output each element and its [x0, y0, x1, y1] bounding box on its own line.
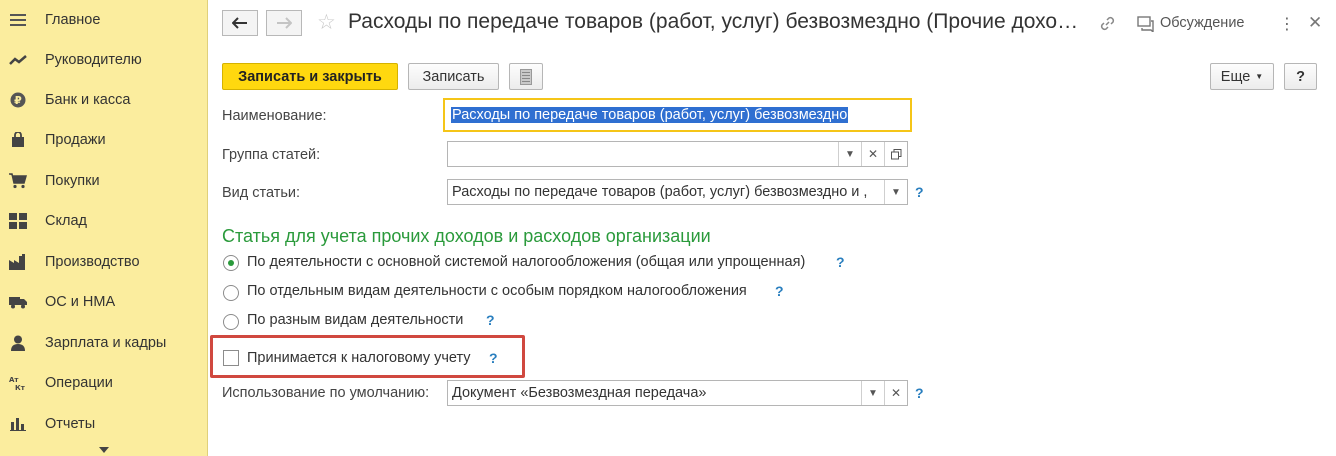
default-usage-value: Документ «Безвозмездная передача» [452, 385, 707, 401]
type-field[interactable]: Расходы по передаче товаров (работ, услу… [447, 179, 908, 205]
sidebar-item-label: Банк и касса [45, 92, 131, 108]
discussion-icon[interactable] [1137, 16, 1155, 35]
default-usage-field[interactable]: Документ «Безвозмездная передача» ▼ ✕ [447, 380, 908, 406]
open-form-icon [890, 148, 901, 159]
ruble-coin-icon: ₽ [9, 91, 27, 109]
factory-icon [9, 253, 27, 271]
name-field[interactable]: Расходы по передаче товаров (работ, услу… [443, 98, 912, 132]
arrow-right-icon [277, 17, 292, 29]
close-icon[interactable]: ✕ [1308, 13, 1322, 33]
sidebar-item-reports[interactable]: Отчеты [0, 404, 207, 444]
tax-accounting-checkbox[interactable] [223, 350, 239, 366]
chevron-down-icon [98, 447, 109, 453]
discussion-link[interactable]: Обсуждение [1160, 15, 1244, 31]
sidebar-item-label: Покупки [45, 173, 100, 189]
default-usage-clear-button[interactable]: ✕ [884, 381, 907, 405]
arrow-left-icon [232, 17, 247, 29]
sidebar-item-label: Главное [45, 12, 101, 28]
favorite-star-icon[interactable]: ☆ [317, 10, 336, 35]
sidebar-item-warehouse[interactable]: Склад [0, 201, 207, 241]
document-icon [520, 68, 532, 85]
sidebar-item-label: Операции [45, 375, 113, 391]
more-actions-button[interactable]: Еще ▼ [1210, 63, 1274, 90]
section-title: Статья для учета прочих доходов и расход… [222, 226, 711, 246]
radio-main-tax-system[interactable] [223, 255, 239, 271]
radio-special-help-icon[interactable]: ? [775, 283, 784, 299]
sidebar-item-label: Производство [45, 254, 140, 270]
radio-various-activities-label[interactable]: По разным видам деятельности [247, 312, 463, 328]
trend-icon [9, 51, 27, 69]
person-icon [9, 334, 27, 352]
radio-special-tax-order-label[interactable]: По отдельным видам деятельности с особым… [247, 283, 747, 299]
sidebar-scroll-down-button[interactable] [0, 444, 207, 456]
sidebar-item-label: Зарплата и кадры [45, 335, 167, 351]
svg-text:Кт: Кт [15, 384, 26, 391]
page-title: Расходы по передаче товаров (работ, услу… [348, 10, 1079, 33]
group-label: Группа статей: [222, 147, 321, 163]
type-help-icon[interactable]: ? [915, 184, 924, 200]
type-label: Вид статьи: [222, 185, 301, 201]
group-field[interactable]: ▼ ✕ [447, 141, 908, 167]
save-and-close-button[interactable]: Записать и закрыть [222, 63, 398, 90]
radio-special-tax-order[interactable] [223, 285, 239, 301]
menu-lines-icon [9, 11, 27, 29]
more-actions-label: Еще [1220, 68, 1251, 85]
more-vertical-icon[interactable]: ⋮ [1279, 14, 1295, 34]
default-usage-dropdown-button[interactable]: ▼ [861, 381, 884, 405]
radio-various-activities[interactable] [223, 314, 239, 330]
link-icon[interactable] [1099, 15, 1116, 35]
shopping-bag-icon [9, 131, 27, 149]
sidebar-item-salary[interactable]: Зарплата и кадры [0, 323, 207, 363]
back-button[interactable] [222, 10, 258, 36]
sidebar-item-bank[interactable]: ₽ Банк и касса [0, 80, 207, 120]
forward-button[interactable] [266, 10, 302, 36]
sidebar-item-label: Отчеты [45, 416, 96, 432]
cart-icon [9, 172, 27, 190]
sidebar-item-sales[interactable]: Продажи [0, 120, 207, 160]
sidebar-item-label: ОС и НМА [45, 294, 116, 310]
svg-text:Ат: Ат [9, 376, 19, 384]
sidebar-item-label: Руководителю [45, 52, 142, 68]
save-button[interactable]: Записать [408, 63, 499, 90]
sidebar: Главное Руководителю ₽ Банк и касса Прод… [0, 0, 208, 456]
tax-accounting-help-icon[interactable]: ? [489, 350, 498, 366]
type-dropdown-button[interactable]: ▼ [884, 180, 907, 204]
type-field-value: Расходы по передаче товаров (работ, услу… [452, 184, 868, 200]
sidebar-item-label: Продажи [45, 132, 106, 148]
document-list-button[interactable] [509, 63, 543, 90]
warehouse-icon [9, 212, 27, 230]
svg-text:₽: ₽ [14, 94, 22, 107]
dt-kt-icon: Ат Кт [9, 374, 27, 392]
default-usage-label: Использование по умолчанию: [222, 385, 430, 401]
default-usage-help-icon[interactable]: ? [915, 385, 924, 401]
group-dropdown-button[interactable]: ▼ [838, 142, 861, 166]
radio-various-help-icon[interactable]: ? [486, 312, 495, 328]
sidebar-item-director[interactable]: Руководителю [0, 40, 207, 80]
sidebar-item-label: Склад [45, 213, 87, 229]
group-open-button[interactable] [884, 142, 907, 166]
sidebar-item-main[interactable]: Главное [0, 0, 207, 40]
name-label: Наименование: [222, 108, 327, 124]
help-button[interactable]: ? [1284, 63, 1317, 90]
radio-main-tax-system-label[interactable]: По деятельности с основной системой нало… [247, 254, 805, 270]
sidebar-item-purchases[interactable]: Покупки [0, 161, 207, 201]
sidebar-item-assets[interactable]: ОС и НМА [0, 282, 207, 322]
sidebar-item-production[interactable]: Производство [0, 242, 207, 282]
truck-icon [9, 293, 27, 311]
radio-main-help-icon[interactable]: ? [836, 254, 845, 270]
bar-chart-icon [9, 415, 27, 433]
sidebar-item-operations[interactable]: Ат Кт Операции [0, 363, 207, 403]
name-field-value: Расходы по передаче товаров (работ, услу… [451, 107, 849, 123]
group-clear-button[interactable]: ✕ [861, 142, 884, 166]
chevron-down-icon: ▼ [1255, 72, 1264, 81]
tax-accounting-checkbox-label[interactable]: Принимается к налоговому учету [247, 350, 471, 366]
